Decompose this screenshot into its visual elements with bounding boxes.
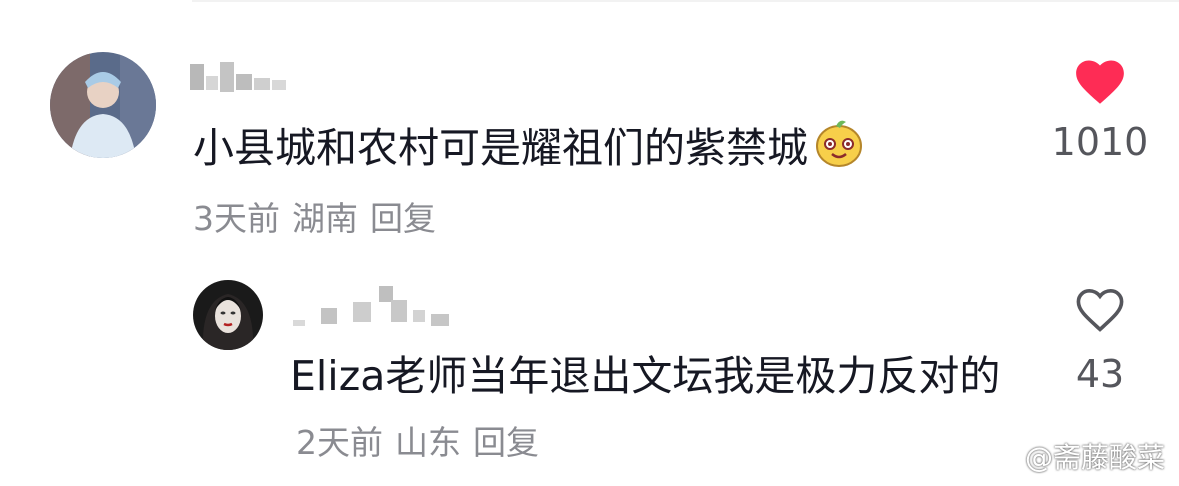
comment-time: 2天前 [296,423,383,462]
top-divider [192,0,1179,2]
comment-meta: 2天前 山东 回复 [296,423,551,462]
username-mosaic[interactable] [190,58,290,98]
like-button[interactable]: 1010 [1050,56,1150,164]
comment-text: 小县城和农村可是耀祖们的紫禁城 [193,116,866,180]
like-count: 43 [1075,352,1125,396]
watermark: @斋藤酸菜 [983,436,1165,476]
comment-text: Eliza老师当年退出文坛我是极力反对的 2天前 山东 回复 [290,344,1010,475]
like-count: 1010 [1051,120,1149,164]
comment-body: 小县城和农村可是耀祖们的紫禁城 [193,124,808,172]
comment-body: Eliza老师当年退出文坛我是极力反对的 [290,352,1001,400]
username-mosaic[interactable] [293,284,463,330]
heart-filled-icon[interactable] [1072,56,1128,106]
avatar[interactable] [193,280,263,350]
comment-time: 3天前 [193,199,280,238]
reply-button[interactable]: 回复 [473,423,539,462]
avatar[interactable] [50,52,156,158]
yellow-face-emoji-icon [812,116,866,170]
heart-outline-icon[interactable] [1072,284,1128,334]
comment-meta: 3天前 湖南 回复 [193,192,448,240]
like-button[interactable]: 43 [1050,284,1150,396]
comment-location: 湖南 [292,199,358,238]
weibo-icon [983,443,1017,470]
watermark-text: @斋藤酸菜 [1024,441,1165,474]
comment-location: 山东 [395,423,461,462]
reply-button[interactable]: 回复 [370,199,436,238]
